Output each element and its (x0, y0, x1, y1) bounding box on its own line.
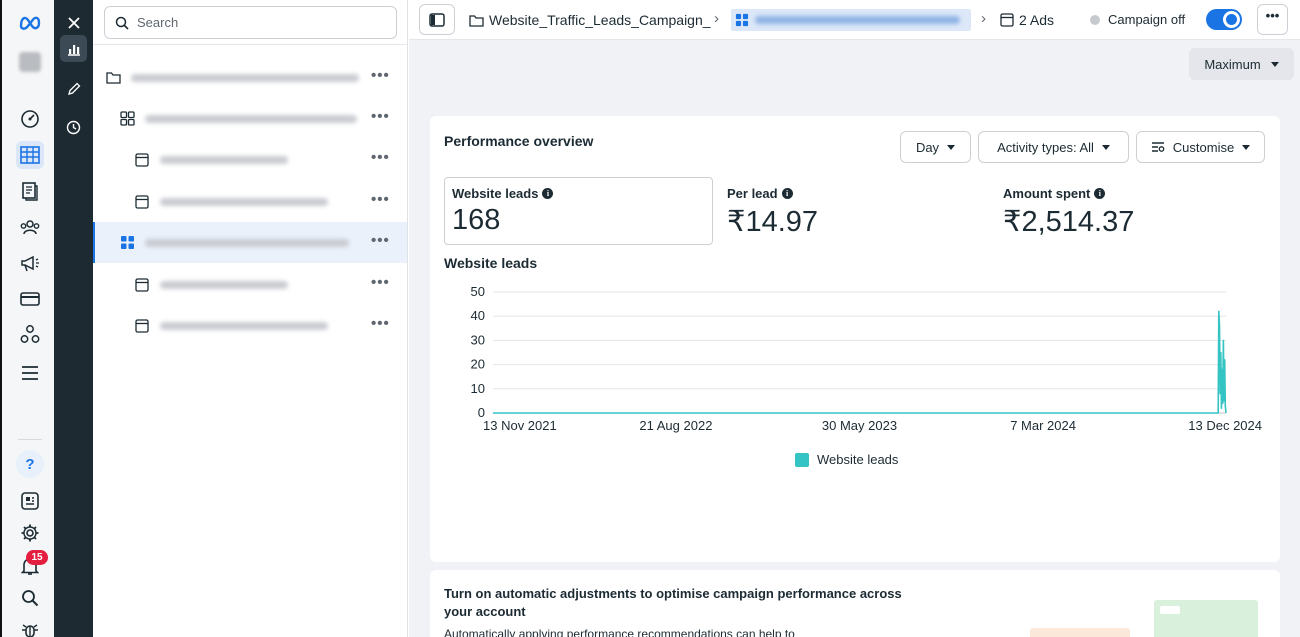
performance-overview-card: Performance overview Day Activity types:… (430, 116, 1280, 562)
adset-name-redacted (145, 114, 357, 123)
y-tick-label: 20 (471, 357, 485, 372)
billing-icon[interactable] (16, 285, 44, 313)
row-more-button[interactable]: ••• (371, 150, 390, 165)
ad-name-redacted (160, 197, 328, 206)
campaigns-table-icon[interactable] (16, 141, 44, 169)
global-nav: ? 15 (0, 0, 54, 637)
chevron-right-icon: › (714, 10, 719, 27)
ad-icon (134, 152, 150, 168)
advertise-icon[interactable] (16, 249, 44, 277)
ad-icon (134, 194, 150, 210)
help-icon[interactable]: ? (16, 450, 44, 478)
y-tick-label: 40 (471, 308, 485, 323)
business-icon[interactable] (16, 321, 44, 349)
tree-row-campaign[interactable]: ••• (93, 57, 407, 98)
edit-icon[interactable] (60, 75, 87, 102)
more-options-button[interactable]: ••• (1257, 4, 1288, 35)
close-icon[interactable] (60, 9, 87, 36)
history-icon[interactable] (60, 114, 87, 141)
tree-divider (93, 44, 408, 45)
ad-name-redacted (160, 321, 328, 330)
notifications-badge: 15 (26, 550, 48, 565)
tree-row-ad[interactable]: ••• (93, 264, 407, 305)
tool-rail (54, 0, 93, 637)
campaign-name-redacted (131, 73, 359, 82)
nav-divider (18, 439, 42, 440)
tree-row-ad[interactable]: ••• (93, 181, 407, 222)
folder-icon (105, 70, 121, 86)
x-tick-label: 30 May 2023 (822, 418, 897, 433)
x-tick-label: 13 Nov 2021 (483, 418, 557, 433)
adset-grid-icon (119, 235, 135, 251)
campaign-tree-panel: Search ••• ••• ••• ••• ••• ••• ••• (93, 0, 408, 637)
recommendation-card: Turn on automatic adjustments to optimis… (430, 570, 1280, 637)
tree-row-adset[interactable]: ••• (93, 98, 407, 139)
maximum-dropdown[interactable]: Maximum (1189, 48, 1294, 80)
illustration-shape (1030, 628, 1130, 637)
search-icon[interactable] (16, 584, 44, 612)
breadcrumb-campaign[interactable]: Website_Traffic_Leads_Campaign_ (469, 12, 711, 28)
ad-name-redacted (160, 280, 288, 289)
campaign-status-label: Campaign off (1108, 12, 1186, 27)
top-bar: Website_Traffic_Leads_Campaign_ › › 2 Ad… (409, 0, 1300, 40)
illustration-shape (1160, 606, 1180, 614)
series-line-website-leads (493, 310, 1227, 414)
ad-icon (134, 277, 150, 293)
news-icon[interactable] (16, 487, 44, 515)
audiences-icon[interactable] (16, 213, 44, 241)
legend-label: Website leads (817, 452, 899, 467)
search-placeholder: Search (137, 15, 179, 30)
toggle-panel-button[interactable] (419, 4, 455, 35)
chart-legend[interactable]: Website leads (795, 452, 898, 467)
pages-icon[interactable] (16, 177, 44, 205)
breadcrumb-adset[interactable] (731, 9, 971, 31)
adset-grid-icon (119, 111, 135, 127)
settings-icon[interactable] (16, 519, 44, 547)
row-more-button[interactable]: ••• (371, 68, 390, 83)
tree-row-adset-selected[interactable]: ••• (93, 222, 407, 263)
legend-swatch (795, 452, 809, 467)
caret-down-icon (1270, 61, 1279, 67)
dashboard-icon[interactable] (16, 105, 44, 133)
row-more-button[interactable]: ••• (371, 109, 390, 124)
row-more-button[interactable]: ••• (371, 233, 390, 248)
tree-search-field[interactable]: Search (104, 6, 397, 39)
x-tick-label: 13 Dec 2024 (1188, 418, 1262, 433)
panel-icon (429, 12, 445, 27)
x-tick-label: 7 Mar 2024 (1010, 418, 1076, 433)
y-tick-label: 30 (471, 332, 485, 347)
website-leads-chart: 0102030405013 Nov 2021 21 Aug 2022 30 May … (471, 284, 1262, 433)
adset-grid-icon (735, 13, 749, 27)
adset-crumb-redacted (755, 16, 960, 24)
tree-row-ad[interactable]: ••• (93, 305, 407, 346)
breadcrumb-ads[interactable]: 2 Ads (1000, 12, 1054, 28)
meta-logo[interactable] (16, 8, 44, 36)
y-tick-label: 10 (471, 381, 485, 396)
maximum-label: Maximum (1204, 56, 1261, 72)
status-dot (1090, 15, 1100, 25)
tree-row-ad[interactable]: ••• (93, 139, 407, 180)
chart-icon[interactable] (60, 35, 87, 62)
x-tick-label: 21 Aug 2022 (639, 418, 712, 433)
row-more-button[interactable]: ••• (371, 192, 390, 207)
recommendation-text: Automatically applying performance recom… (444, 627, 795, 637)
ads-crumb-label: 2 Ads (1019, 12, 1055, 28)
account-avatar[interactable] (16, 48, 44, 76)
ad-icon (134, 318, 150, 334)
adset-name-redacted (145, 238, 349, 247)
ad-name-redacted (160, 155, 288, 164)
chevron-right-icon: › (981, 10, 986, 27)
menu-icon[interactable] (16, 359, 44, 387)
search-icon (115, 16, 129, 30)
y-tick-label: 50 (471, 284, 485, 299)
folder-icon (469, 14, 484, 27)
bug-icon[interactable] (16, 616, 44, 637)
ad-icon (1000, 13, 1014, 27)
main-content: Website_Traffic_Leads_Campaign_ › › 2 Ad… (409, 0, 1300, 637)
row-more-button[interactable]: ••• (371, 316, 390, 331)
campaign-toggle[interactable] (1206, 9, 1242, 30)
recommendation-title: Turn on automatic adjustments to optimis… (444, 586, 902, 619)
row-more-button[interactable]: ••• (371, 275, 390, 290)
campaign-crumb-label: Website_Traffic_Leads_Campaign_ (489, 12, 711, 28)
